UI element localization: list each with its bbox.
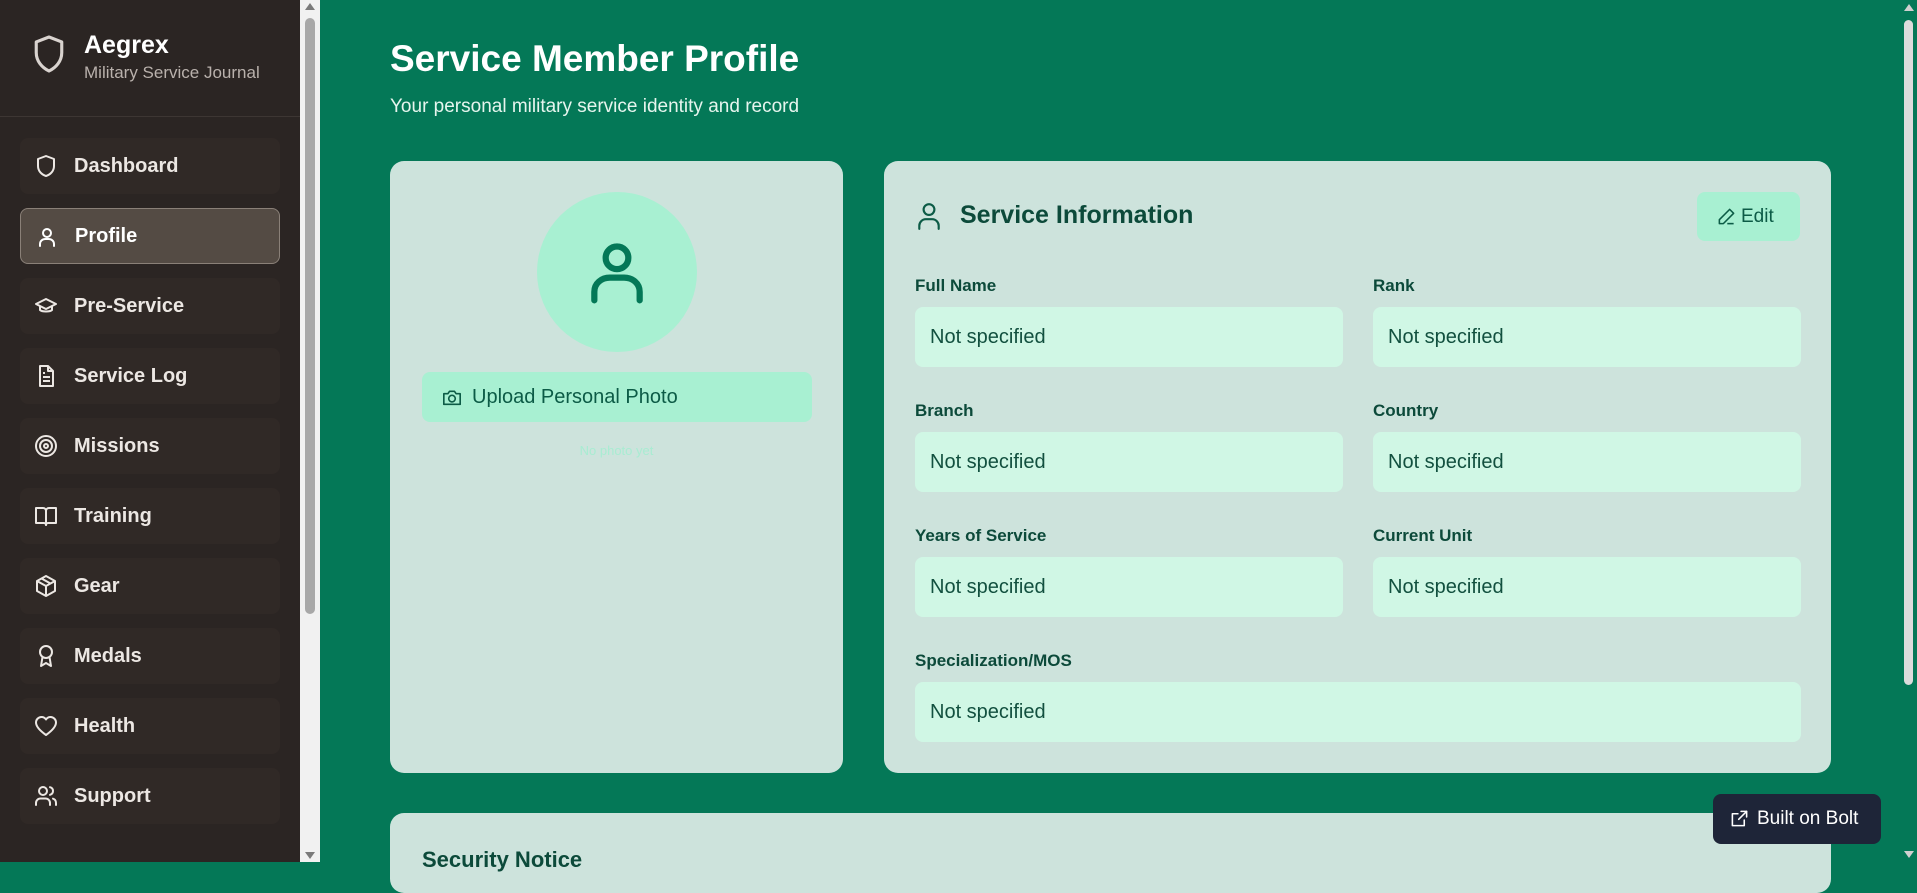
award-icon [34,644,58,668]
document-icon [34,364,58,388]
scrollbar-thumb[interactable] [305,18,315,614]
users-icon [34,784,58,808]
sidebar-item-profile[interactable]: Profile [20,208,280,264]
security-notice-card: Security Notice [390,813,1831,893]
sidebar-item-label: Support [74,784,151,807]
sidebar-nav: Dashboard Profile Pre-Service Service Lo… [0,117,300,824]
upload-photo-label: Upload Personal Photo [472,385,678,408]
main-content: Service Member Profile Your personal mil… [320,0,1900,893]
full-name-field[interactable]: Not specified [915,307,1343,367]
sidebar: Aegrex Military Service Journal Dashboar… [0,0,300,862]
page-scrollbar[interactable] [1900,0,1917,862]
scroll-down-arrow-icon[interactable] [1904,851,1914,858]
branch-label: Branch [915,401,974,420]
shield-logo-icon [34,35,64,73]
built-on-bolt-badge[interactable]: Built on Bolt [1713,794,1881,844]
sidebar-item-training[interactable]: Training [20,488,280,544]
page-subtitle: Your personal military service identity … [390,96,800,117]
sidebar-item-missions[interactable]: Missions [20,418,280,474]
current-unit-field[interactable]: Not specified [1373,557,1801,617]
sidebar-scrollbar[interactable] [300,0,320,862]
photo-card: Upload Personal Photo No photo yet [390,161,843,773]
sidebar-item-medals[interactable]: Medals [20,628,280,684]
built-on-bolt-label: Built on Bolt [1757,808,1859,829]
branch-field[interactable]: Not specified [915,432,1343,492]
sidebar-item-gear[interactable]: Gear [20,558,280,614]
rank-label: Rank [1373,276,1415,295]
full-name-label: Full Name [915,276,997,295]
edit-label: Edit [1741,205,1774,227]
package-icon [34,574,58,598]
sidebar-item-label: Health [74,714,136,737]
heart-icon [34,714,58,738]
sidebar-item-label: Service Log [74,364,188,387]
scroll-down-arrow-icon[interactable] [305,852,315,859]
security-notice-title: Security Notice [422,847,583,872]
country-field[interactable]: Not specified [1373,432,1801,492]
service-info-card: Service Information Edit Full Name Not s… [884,161,1831,773]
scrollbar-thumb[interactable] [1904,20,1913,685]
service-info-header: Service Information [916,201,1193,230]
no-photo-text: No photo yet [579,443,654,458]
sidebar-item-health[interactable]: Health [20,698,280,754]
brand-subtitle: Military Service Journal [84,63,260,82]
avatar [537,192,697,352]
pencil-icon [1718,208,1735,225]
years-of-service-label: Years of Service [915,526,1047,545]
brand: Aegrex Military Service Journal [0,0,300,117]
edit-button[interactable]: Edit [1697,192,1800,241]
external-link-icon [1731,810,1748,827]
sidebar-item-support[interactable]: Support [20,768,280,824]
sidebar-item-pre-service[interactable]: Pre-Service [20,278,280,334]
sidebar-item-label: Training [74,504,152,527]
target-icon [34,434,58,458]
sidebar-item-label: Pre-Service [74,294,185,317]
upload-photo-button[interactable]: Upload Personal Photo [422,372,812,422]
camera-icon [443,390,461,406]
sidebar-item-label: Missions [74,434,160,457]
graduation-cap-icon [34,294,58,318]
sidebar-item-label: Medals [74,644,142,667]
years-of-service-field[interactable]: Not specified [915,557,1343,617]
sidebar-item-label: Profile [75,224,138,247]
scroll-up-arrow-icon[interactable] [1904,4,1914,11]
sidebar-item-service-log[interactable]: Service Log [20,348,280,404]
sidebar-item-dashboard[interactable]: Dashboard [20,138,280,194]
specialization-label: Specialization/MOS [915,651,1072,670]
user-icon [918,202,940,230]
user-avatar-icon [591,243,643,304]
page-title: Service Member Profile [390,38,800,79]
shield-icon [34,154,58,178]
service-info-title: Service Information [960,201,1194,229]
rank-field[interactable]: Not specified [1373,307,1801,367]
brand-title: Aegrex [84,31,169,59]
specialization-field[interactable]: Not specified [915,682,1801,742]
scroll-up-arrow-icon[interactable] [305,3,315,10]
book-icon [34,504,58,528]
current-unit-label: Current Unit [1373,526,1473,545]
sidebar-item-label: Gear [74,574,120,597]
country-label: Country [1373,401,1439,420]
user-icon [35,225,59,249]
sidebar-item-label: Dashboard [74,154,179,177]
